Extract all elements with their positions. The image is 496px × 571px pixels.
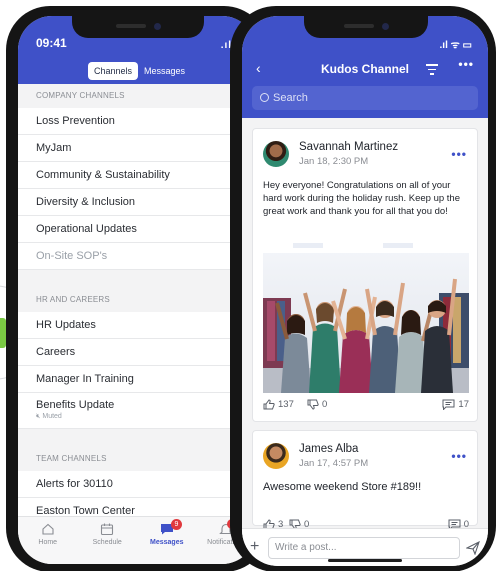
screenshot-stage: 09:41 .ıl ᯤ Channels Messages COMPANY CH…	[0, 0, 496, 571]
muted-status: 🔇︎ Muted	[36, 413, 256, 421]
like-count: 137	[278, 399, 294, 410]
post-date: Jan 18, 2:30 PM	[299, 156, 369, 167]
post-actions: 137 0 17	[263, 399, 469, 413]
section-header-team: TEAM CHANNELS	[36, 454, 107, 463]
search-input[interactable]: Search	[252, 86, 478, 110]
tab-messages-label: Messages	[150, 539, 184, 546]
post-photo[interactable]	[263, 243, 469, 393]
post-card: James Alba Jan 17, 4:57 PM ••• Awesome w…	[252, 430, 478, 530]
phone-notch	[304, 16, 428, 38]
post-options-icon[interactable]: •••	[451, 147, 467, 161]
home-icon	[42, 523, 54, 535]
tab-home[interactable]: Home	[18, 517, 78, 564]
muted-label: Muted	[42, 413, 62, 420]
post-options-icon[interactable]: •••	[451, 449, 467, 463]
post-card: Savannah Martinez Jan 18, 2:30 PM ••• He…	[252, 128, 478, 422]
left-phone-screen: 09:41 .ıl ᯤ Channels Messages COMPANY CH…	[18, 16, 256, 564]
tab-home-label: Home	[38, 539, 58, 546]
filter-icon[interactable]	[426, 64, 438, 78]
search-icon	[260, 93, 269, 102]
avatar[interactable]	[263, 141, 289, 167]
post-body: Awesome weekend Store #189!!	[263, 481, 422, 493]
thumbs-down-icon	[307, 399, 319, 410]
channel-myjam[interactable]: MyJam	[18, 135, 256, 162]
comments-button[interactable]: 17	[442, 399, 469, 410]
channel-onsite-sops[interactable]: On-Site SOP's	[18, 243, 256, 270]
channel-careers-label: Careers	[36, 346, 76, 358]
dislike-count: 0	[322, 399, 328, 410]
calendar-icon	[101, 523, 114, 535]
phone-notch	[72, 16, 204, 38]
comment-icon	[442, 399, 455, 410]
tab-schedule-label: Schedule	[92, 539, 122, 546]
home-indicator	[328, 559, 402, 562]
avatar[interactable]	[263, 443, 289, 469]
channels-messages-toggle: Channels Messages	[88, 62, 196, 80]
channel-benefits-label: Benefits Update	[36, 399, 115, 411]
status-time: 09:41	[36, 36, 67, 50]
channel-benefits-update[interactable]: Benefits Update 🔇︎ Muted	[18, 393, 256, 429]
tab-schedule[interactable]: Schedule	[78, 517, 138, 564]
search-placeholder: Search	[273, 92, 308, 104]
post-author[interactable]: Savannah Martinez	[299, 141, 398, 153]
messages-badge: 9	[171, 519, 182, 530]
section-header-company: COMPANY CHANNELS	[36, 91, 125, 100]
messages-tab[interactable]: Messages	[138, 62, 191, 80]
channel-manager-in-training[interactable]: Manager In Training	[18, 366, 256, 393]
post-date: Jan 17, 4:57 PM	[299, 458, 369, 469]
send-icon[interactable]	[466, 541, 480, 555]
left-phone: 09:41 .ıl ᯤ Channels Messages COMPANY CH…	[6, 6, 268, 571]
bottom-tab-bar: Home Schedule 9 Messages Notifications	[18, 516, 256, 564]
channel-alerts-30110[interactable]: Alerts for 30110	[18, 471, 256, 498]
channel-careers[interactable]: Careers 1	[18, 339, 256, 366]
more-options-icon[interactable]: •••	[458, 57, 474, 71]
channel-hr-updates[interactable]: HR Updates	[18, 312, 256, 339]
tab-messages[interactable]: 9 Messages	[137, 517, 197, 564]
section-header-hr: HR AND CAREERS	[36, 295, 110, 304]
thumbs-up-icon	[263, 399, 275, 410]
comment-count: 17	[458, 399, 469, 410]
right-phone-screen: .ıl ᯤ ▭ ‹ Kudos Channel ••• Search Savan…	[242, 16, 488, 566]
post-input[interactable]: Write a post...	[268, 537, 460, 559]
channel-operational-updates[interactable]: Operational Updates	[18, 216, 256, 243]
channel-loss-prevention[interactable]: Loss Prevention	[18, 108, 256, 135]
like-button[interactable]: 137	[263, 399, 294, 410]
channel-diversity-inclusion[interactable]: Diversity & Inclusion	[18, 189, 256, 216]
post-body: Hey everyone! Congratulations on all of …	[263, 180, 460, 217]
add-attachment-icon[interactable]: +	[250, 538, 259, 556]
dislike-button[interactable]: 0	[307, 399, 327, 410]
channel-title: Kudos Channel	[320, 62, 409, 76]
channel-community-sustainability[interactable]: Community & Sustainability	[18, 162, 256, 189]
channel-list: COMPANY CHANNELS Loss Prevention MyJam C…	[18, 84, 256, 525]
channels-tab[interactable]: Channels	[88, 62, 139, 80]
right-phone: .ıl ᯤ ▭ ‹ Kudos Channel ••• Search Savan…	[230, 6, 496, 571]
post-author[interactable]: James Alba	[299, 443, 358, 455]
signal-wifi-battery-icon: .ıl ᯤ ▭	[439, 40, 472, 51]
